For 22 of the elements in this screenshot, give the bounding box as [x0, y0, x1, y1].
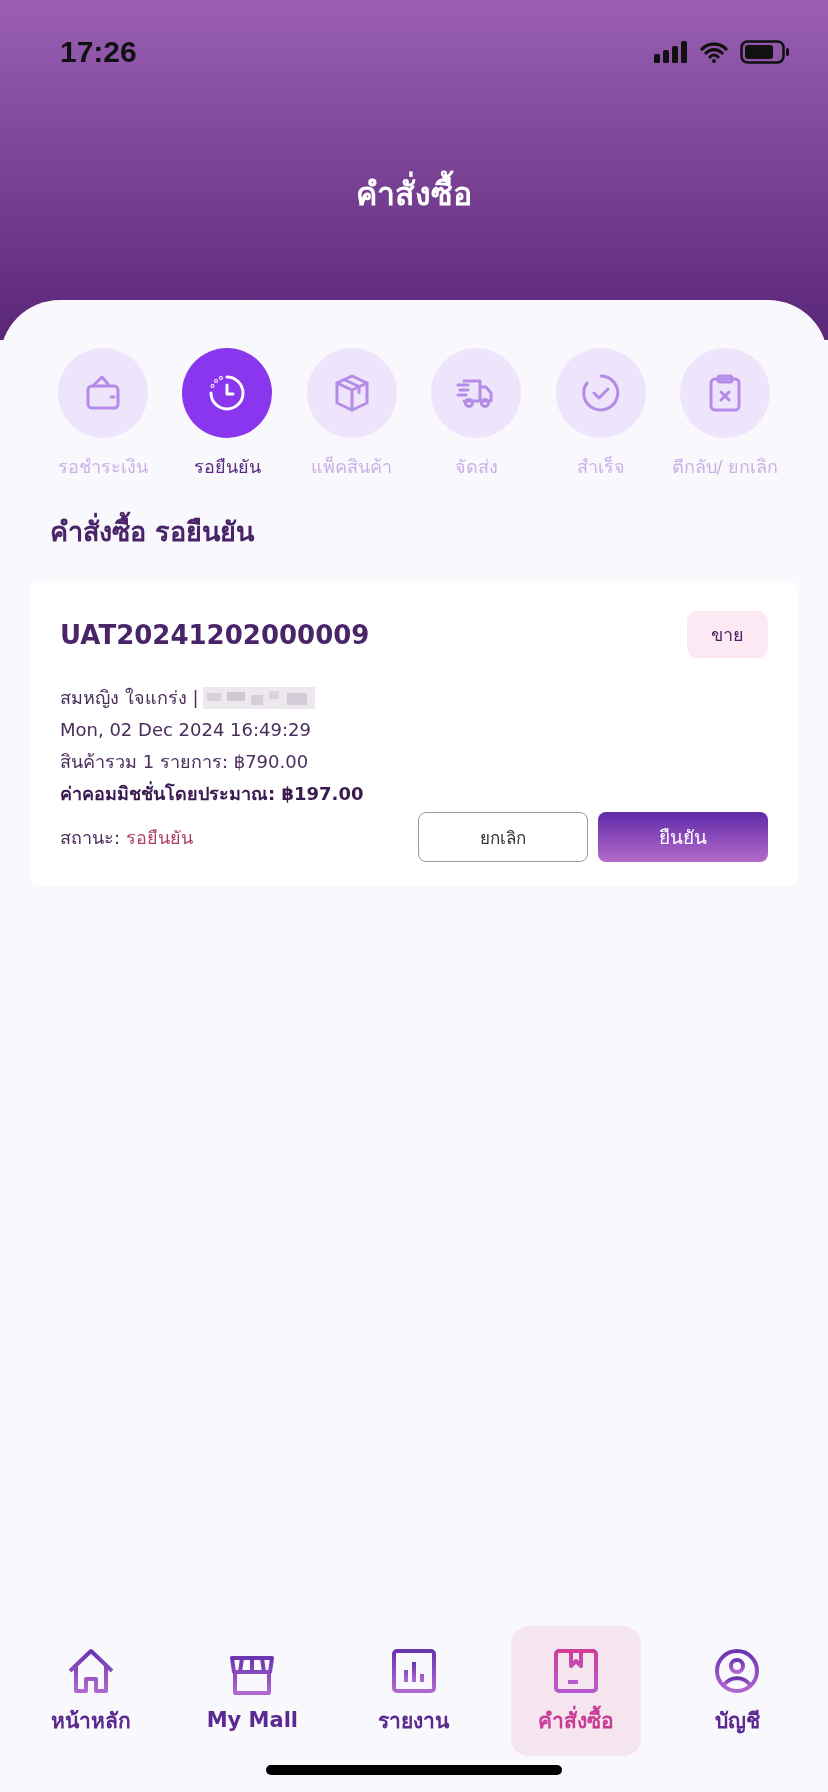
status-label: สถานะ: — [60, 825, 121, 850]
nav-tab[interactable]: หน้าหลัก — [25, 1626, 156, 1756]
order-card[interactable]: UAT20241202000009 ขาย สมหญิง ใจแกร่ง | Mon, 02 Dec 2024 16:49:29 สินค้ารวม 1 รายการ: ฿790.00 ค่าคอมมิชชั่นโดยประมาณ: ฿197.00 สถานะ: รอยืนยัน ยกเลิก ยืนยัน — [30, 581, 798, 886]
estimated-commission: ค่าคอมมิชชั่นโดยประมาณ: ฿197.00 — [60, 780, 365, 806]
order-type-tag: ขาย — [687, 611, 768, 658]
nav-tab[interactable]: คำสั่งซื้อ — [510, 1626, 641, 1756]
nav-tab[interactable]: รายงาน — [349, 1626, 479, 1756]
page-title: คำสั่งซื้อ — [0, 168, 828, 219]
confirm-button[interactable]: ยืนยัน — [598, 812, 768, 862]
signal-icon — [654, 41, 688, 63]
section-title: คำสั่งซื้อ รอยืนยัน — [50, 510, 798, 553]
order-total: สินค้ารวม 1 รายการ: ฿790.00 — [60, 750, 310, 774]
status-value: รอยืนยัน — [126, 825, 194, 850]
nav-tab[interactable]: บัญชี — [672, 1626, 803, 1756]
customer-name: สมหญิง ใจแกร่ง | — [60, 686, 199, 710]
order-id: UAT20241202000009 — [60, 619, 370, 650]
status-time: 17:26 — [60, 35, 137, 69]
cancel-button[interactable]: ยกเลิก — [418, 812, 588, 862]
wifi-icon — [700, 41, 728, 63]
order-date: Mon, 02 Dec 2024 16:49:29 — [60, 718, 312, 742]
battery-icon — [740, 40, 790, 64]
nav-tab[interactable]: My Mall — [187, 1626, 318, 1756]
